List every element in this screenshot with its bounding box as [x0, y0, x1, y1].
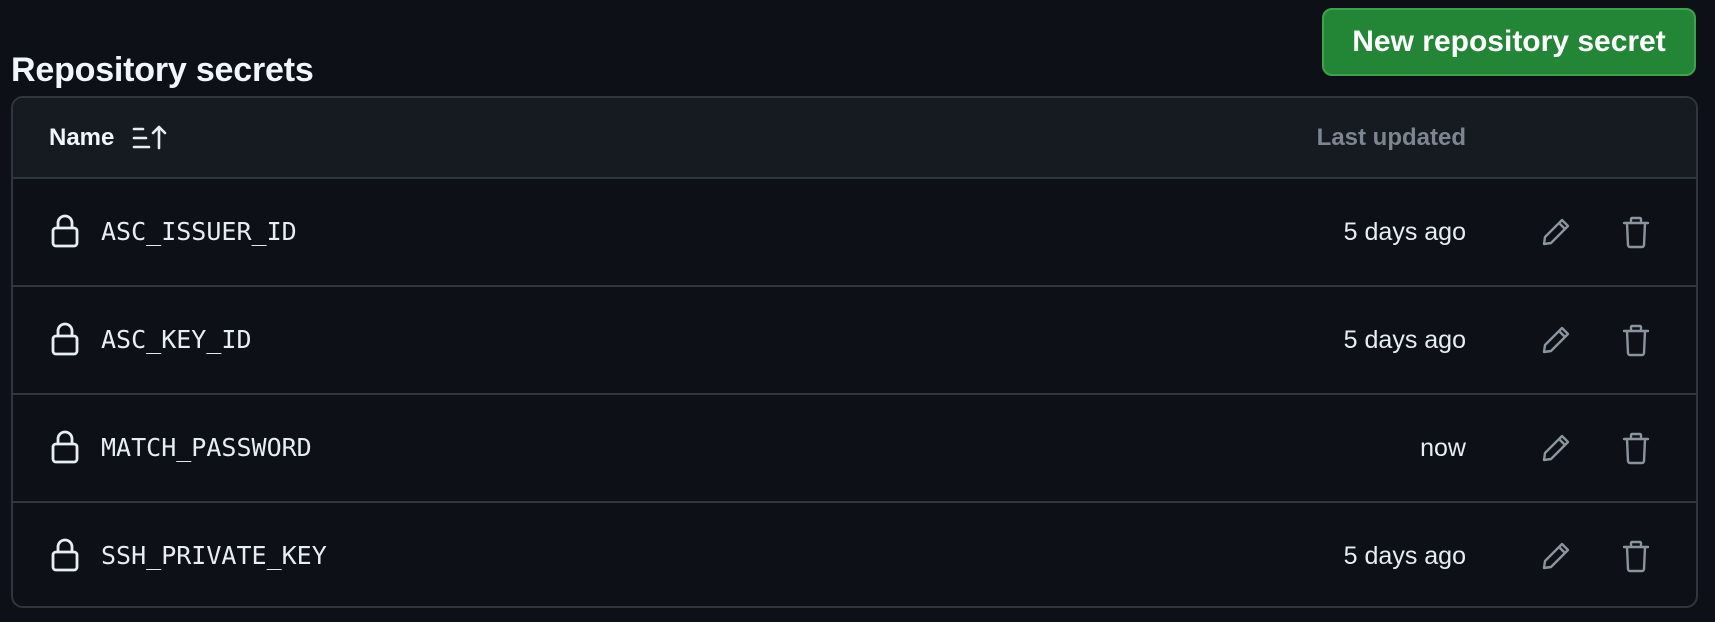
sort-ascending-icon[interactable] — [132, 123, 170, 153]
secret-name: SSH_PRIVATE_KEY — [101, 541, 327, 570]
last-updated-column-header: Last updated — [1316, 124, 1466, 151]
new-repository-secret-button[interactable]: New repository secret — [1322, 8, 1696, 76]
delete-secret-button[interactable] — [1616, 428, 1656, 468]
pencil-icon — [1542, 542, 1570, 570]
name-column-label: Name — [49, 123, 115, 151]
lock-icon — [51, 430, 79, 464]
name-column-header[interactable]: Name — [49, 98, 170, 177]
lock-icon — [51, 322, 79, 356]
delete-secret-button[interactable] — [1616, 536, 1656, 576]
secret-name: ASC_KEY_ID — [101, 325, 252, 354]
secret-row: ASC_ISSUER_ID 5 days ago — [13, 179, 1696, 287]
edit-secret-button[interactable] — [1536, 320, 1576, 360]
table-header: Name Last updated — [13, 98, 1696, 179]
delete-secret-button[interactable] — [1616, 320, 1656, 360]
trash-icon — [1622, 324, 1650, 357]
secret-row: MATCH_PASSWORD now — [13, 395, 1696, 503]
trash-icon — [1622, 432, 1650, 465]
pencil-icon — [1542, 326, 1570, 354]
secret-name: MATCH_PASSWORD — [101, 433, 312, 462]
lock-icon — [51, 538, 79, 572]
trash-icon — [1622, 540, 1650, 573]
secret-name: ASC_ISSUER_ID — [101, 217, 297, 246]
trash-icon — [1622, 216, 1650, 249]
edit-secret-button[interactable] — [1536, 212, 1576, 252]
secret-row: ASC_KEY_ID 5 days ago — [13, 287, 1696, 395]
secret-last-updated: 5 days ago — [1343, 218, 1466, 246]
lock-icon — [51, 214, 79, 248]
edit-secret-button[interactable] — [1536, 428, 1576, 468]
pencil-icon — [1542, 434, 1570, 462]
delete-secret-button[interactable] — [1616, 212, 1656, 252]
secret-last-updated: now — [1420, 434, 1466, 462]
section-title: Repository secrets — [11, 51, 314, 90]
pencil-icon — [1542, 218, 1570, 246]
secrets-table: Name Last updated ASC_ISSUER_ID 5 days a… — [11, 96, 1698, 608]
repository-secrets-page: Repository secrets New repository secret… — [0, 0, 1715, 622]
edit-secret-button[interactable] — [1536, 536, 1576, 576]
secret-last-updated: 5 days ago — [1343, 542, 1466, 570]
secret-last-updated: 5 days ago — [1343, 326, 1466, 354]
secret-row: SSH_PRIVATE_KEY 5 days ago — [13, 503, 1696, 606]
